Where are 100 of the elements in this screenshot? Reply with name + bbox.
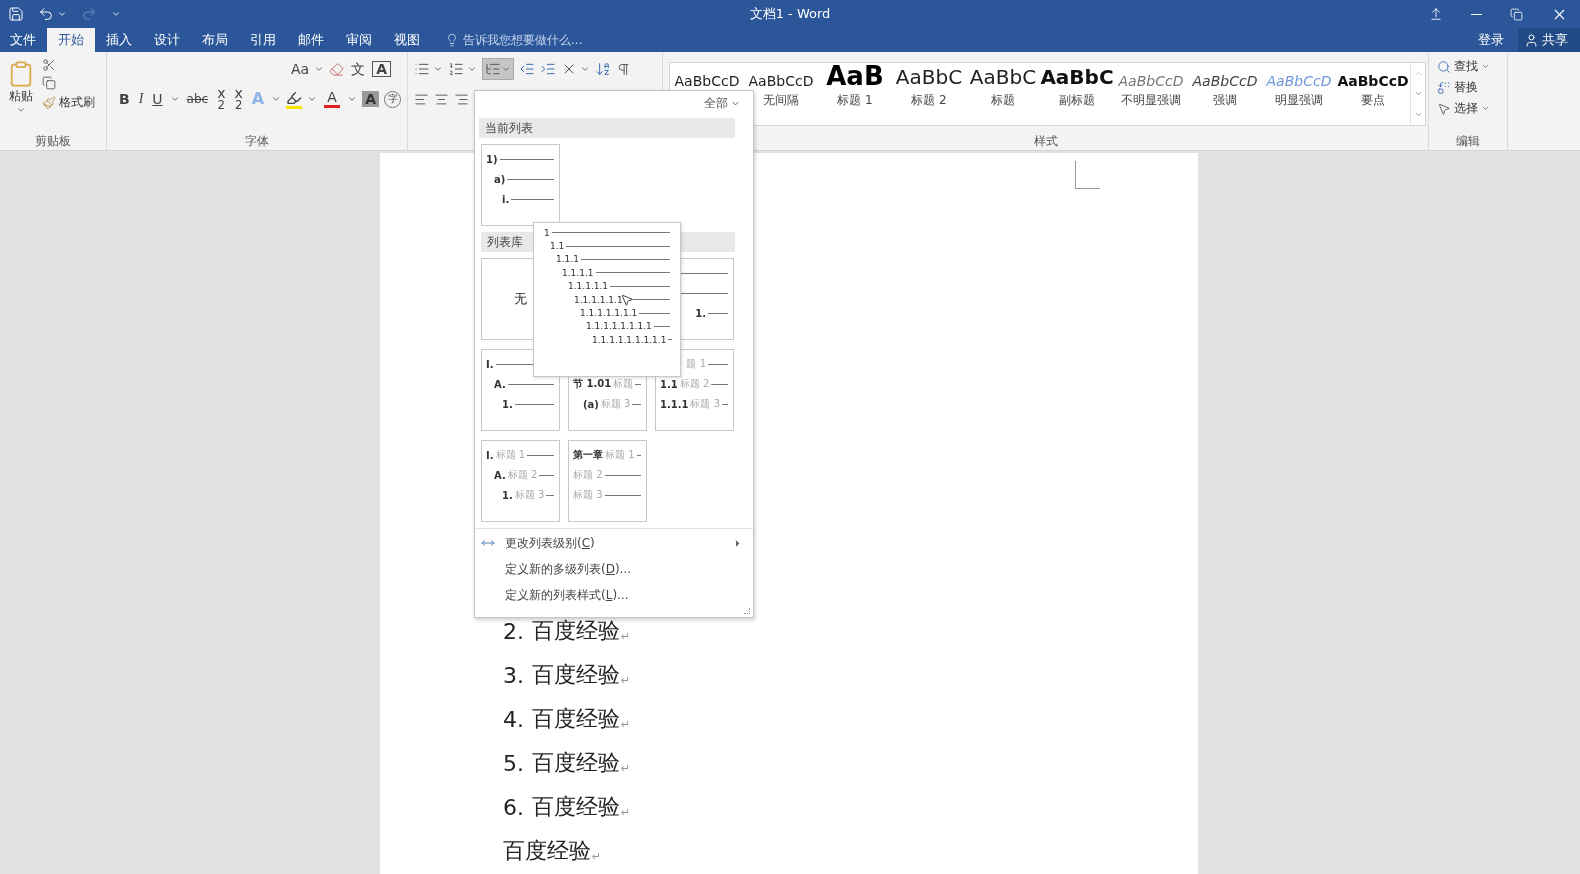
style-item[interactable]: AaBbCcD 明显强调	[1262, 63, 1336, 125]
ribbon-tab[interactable]: 引用	[239, 28, 287, 52]
paragraph-text: 百度经验	[503, 837, 591, 865]
character-shading-button[interactable]: A	[362, 91, 379, 107]
list-number: 1.	[502, 489, 513, 501]
phonetic-guide-button[interactable]: 文	[349, 62, 368, 76]
list-number: 1.1.1.1.1.1.1.1	[586, 321, 652, 332]
list-style-thumbnail[interactable]: 第一章 标题 1 标题 2 标题 3	[568, 440, 647, 522]
list-number: 6.	[503, 794, 525, 820]
style-item[interactable]: AaBbC 副标题	[1040, 63, 1114, 125]
caret-icon[interactable]	[307, 94, 318, 104]
caret-icon[interactable]	[433, 64, 443, 74]
scissors-icon	[42, 58, 56, 72]
style-preview: AaBbCcD	[1337, 72, 1409, 89]
character-border-button[interactable]: A	[372, 61, 391, 77]
list-level-label: 标题 3	[600, 397, 631, 411]
style-preview: AaBbC	[1040, 64, 1114, 89]
list-level-label: 标题 2	[573, 468, 603, 482]
list-level-label: 标题 3	[690, 397, 721, 411]
list-number: I.	[486, 358, 494, 370]
paragraph-text: 百度经验	[532, 793, 620, 821]
caret-icon[interactable]	[580, 64, 590, 74]
ribbon-tab[interactable]: 文件	[0, 28, 47, 52]
strikethrough-button[interactable]: abc	[184, 93, 211, 105]
tell-me-field[interactable]: 告诉我您想要做什么...	[463, 31, 583, 49]
ribbon-tab[interactable]: 视图	[383, 28, 431, 52]
ribbon-tab[interactable]: 设计	[143, 28, 191, 52]
group-label: 样式	[1032, 133, 1059, 150]
ribbon-display-icon	[1429, 7, 1443, 21]
highlighter-icon[interactable]	[286, 89, 303, 109]
caret-icon[interactable]	[57, 9, 67, 19]
mouse-pointer-icon	[620, 293, 634, 307]
style-name: 要点	[1361, 92, 1385, 109]
caret-icon[interactable]	[314, 64, 325, 74]
sign-in-link[interactable]: 登录	[1478, 31, 1504, 49]
style-item[interactable]: AaBbCcD 要点	[1336, 63, 1410, 125]
menu-item[interactable]: 更改列表级别(C)	[505, 534, 595, 552]
bold-button[interactable]: B	[117, 92, 132, 106]
caret-icon[interactable]	[16, 105, 26, 115]
style-item[interactable]: AaBbC 标题	[966, 63, 1040, 125]
minimize-icon[interactable]	[1471, 13, 1482, 15]
paragraph-mark: ↵	[621, 717, 631, 731]
style-name: 明显强调	[1275, 92, 1323, 109]
style-item[interactable]: AaBbC 标题 2	[892, 63, 966, 125]
filter-dropdown[interactable]: 全部	[704, 95, 741, 112]
list-number: 4.	[503, 706, 525, 732]
select-button[interactable]: 选择	[1437, 100, 1503, 117]
group-label: 剪贴板	[34, 133, 72, 150]
style-preview: AaBbCcD	[1192, 72, 1258, 89]
list-level-label: 标题 2	[507, 468, 538, 482]
menu-item[interactable]: 定义新的多级列表(D)...	[505, 560, 632, 578]
ribbon-tab[interactable]: 邮件	[287, 28, 335, 52]
style-item[interactable]: AaBbCcD 强调	[1188, 63, 1262, 125]
paste-button[interactable]: 粘贴	[9, 88, 33, 105]
caret-icon	[1481, 104, 1490, 113]
style-name: 副标题	[1059, 92, 1095, 109]
resize-grip[interactable]	[744, 608, 750, 614]
find-button[interactable]: 查找	[1437, 58, 1503, 75]
style-name: 无间隔	[763, 92, 799, 109]
paragraph-mark: ↵	[621, 629, 631, 643]
caret-icon[interactable]	[467, 64, 477, 74]
ribbon-tab[interactable]: 开始	[47, 28, 95, 52]
list-number: 1)	[486, 153, 498, 165]
multilevel-list-button[interactable]	[482, 58, 514, 80]
ribbon-tab[interactable]: 布局	[191, 28, 239, 52]
eraser-icon	[329, 61, 345, 77]
menu-item[interactable]: 定义新的列表样式(L)...	[505, 586, 629, 604]
format-painter-button[interactable]: 格式刷	[42, 94, 95, 111]
paintbrush-icon	[42, 95, 56, 110]
style-name: 不明显强调	[1121, 92, 1181, 109]
copy-icon	[42, 76, 56, 90]
list-style-thumbnail[interactable]: 1) a) i.	[481, 144, 560, 226]
list-number: 1.1.1	[660, 398, 689, 410]
show-marks-icon	[616, 61, 631, 77]
list-number: 2.	[503, 618, 525, 644]
underline-button[interactable]: U	[150, 92, 165, 106]
style-item[interactable]: AaBbCcD 不明显强调	[1114, 63, 1188, 125]
replace-button[interactable]: 替换	[1437, 79, 1503, 96]
caret-icon[interactable]	[169, 94, 180, 104]
search-icon	[1437, 59, 1451, 74]
change-case-button[interactable]: Aa	[289, 62, 312, 76]
customize-icon[interactable]	[111, 9, 121, 19]
list-number: A.	[494, 378, 506, 390]
caret-icon[interactable]	[347, 94, 358, 104]
list-number: 1.1.1.1	[562, 267, 594, 278]
style-name: 标题	[991, 92, 1015, 109]
font-color-button[interactable]: A	[322, 90, 343, 108]
decrease-indent-icon	[519, 61, 535, 77]
ribbon-tab[interactable]: 插入	[95, 28, 143, 52]
restore-icon	[1510, 7, 1523, 21]
list-number: 1.1.1.1.1	[568, 281, 609, 292]
paragraph-mark: ↵	[621, 673, 631, 687]
style-item[interactable]: AaB 标题 1	[818, 63, 892, 125]
ribbon-tab[interactable]: 审阅	[335, 28, 383, 52]
paragraph-mark: ↵	[592, 849, 602, 863]
share-button[interactable]: 共享	[1518, 28, 1580, 52]
list-style-thumbnail[interactable]: I. 标题 1 A. 标题 2 1. 标题 3	[481, 440, 560, 522]
caret-icon[interactable]	[271, 94, 282, 104]
italic-button[interactable]: I	[136, 92, 146, 106]
list-number: i.	[502, 193, 510, 205]
